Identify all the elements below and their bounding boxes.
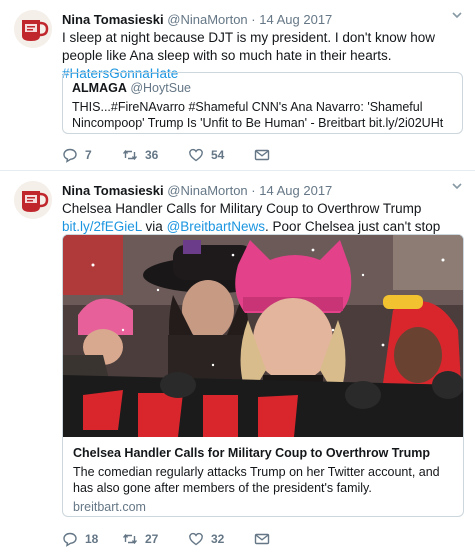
tweet-date[interactable]: 14 Aug 2017	[259, 12, 332, 27]
tweet-date[interactable]: 14 Aug 2017	[259, 183, 332, 198]
message-icon	[254, 149, 270, 161]
quoted-tweet-header: ALMAGA @HoytSue	[72, 81, 453, 95]
card-domain: breitbart.com	[73, 500, 146, 514]
direct-message-button[interactable]	[254, 147, 277, 163]
quoted-tweet-text: THIS...#FireNAvarro #Shameful CNN's Ana …	[72, 100, 444, 130]
tweet-text-body: I sleep at night because DJT is my presi…	[62, 30, 436, 63]
quoted-author-handle: @HoytSue	[130, 81, 191, 95]
author-name[interactable]: Nina Tomasieski	[62, 12, 164, 27]
message-icon	[254, 533, 270, 545]
reply-icon	[63, 532, 77, 547]
quoted-author-name: ALMAGA	[72, 81, 127, 95]
reply-button[interactable]: 7	[62, 147, 92, 163]
tweet[interactable]: Nina Tomasieski @NinaMorton · 14 Aug 201…	[0, 171, 475, 555]
direct-message-button[interactable]	[254, 531, 277, 547]
tweet-header: Nina Tomasieski @NinaMorton · 14 Aug 201…	[62, 12, 332, 27]
retweet-count: 36	[145, 148, 159, 162]
retweet-count: 27	[145, 532, 159, 546]
retweet-button[interactable]: 36	[122, 147, 158, 163]
tweet[interactable]: Nina Tomasieski @NinaMorton · 14 Aug 201…	[0, 0, 475, 171]
author-name[interactable]: Nina Tomasieski	[62, 183, 164, 198]
author-handle[interactable]: @NinaMorton	[167, 12, 247, 27]
card-description: The comedian regularly attacks Trump on …	[73, 465, 440, 495]
tweet-text-body: via	[141, 219, 167, 234]
separator: ·	[251, 183, 256, 198]
retweet-icon	[122, 533, 138, 545]
author-handle[interactable]: @NinaMorton	[167, 183, 247, 198]
reply-icon	[63, 148, 77, 163]
avatar[interactable]	[14, 10, 52, 48]
mention-link[interactable]: @BreitbartNews	[167, 219, 265, 234]
card-image	[63, 235, 463, 437]
chevron-down-icon[interactable]	[451, 180, 463, 192]
chevron-down-icon[interactable]	[451, 9, 463, 21]
like-count: 32	[211, 532, 225, 546]
short-link[interactable]: bit.ly/2fEGieL	[62, 219, 142, 234]
avatar[interactable]	[14, 181, 52, 219]
card-body: Chelsea Handler Calls for Military Coup …	[63, 437, 463, 516]
link-card[interactable]: Chelsea Handler Calls for Military Coup …	[62, 234, 464, 517]
like-button[interactable]: 32	[188, 531, 224, 547]
like-count: 54	[211, 148, 225, 162]
retweet-icon	[122, 149, 138, 161]
like-icon	[189, 532, 203, 546]
retweet-button[interactable]: 27	[122, 531, 158, 547]
reply-count: 7	[85, 148, 92, 162]
reply-button[interactable]: 18	[62, 531, 98, 547]
like-icon	[189, 148, 203, 162]
separator: ·	[251, 12, 256, 27]
reply-count: 18	[85, 532, 99, 546]
quoted-tweet[interactable]: ALMAGA @HoytSue THIS...#FireNAvarro #Sha…	[62, 72, 463, 134]
tweet-header: Nina Tomasieski @NinaMorton · 14 Aug 201…	[62, 183, 332, 198]
like-button[interactable]: 54	[188, 147, 224, 163]
tweet-text-body: Chelsea Handler Calls for Military Coup …	[62, 201, 422, 216]
card-title: Chelsea Handler Calls for Military Coup …	[73, 446, 431, 460]
